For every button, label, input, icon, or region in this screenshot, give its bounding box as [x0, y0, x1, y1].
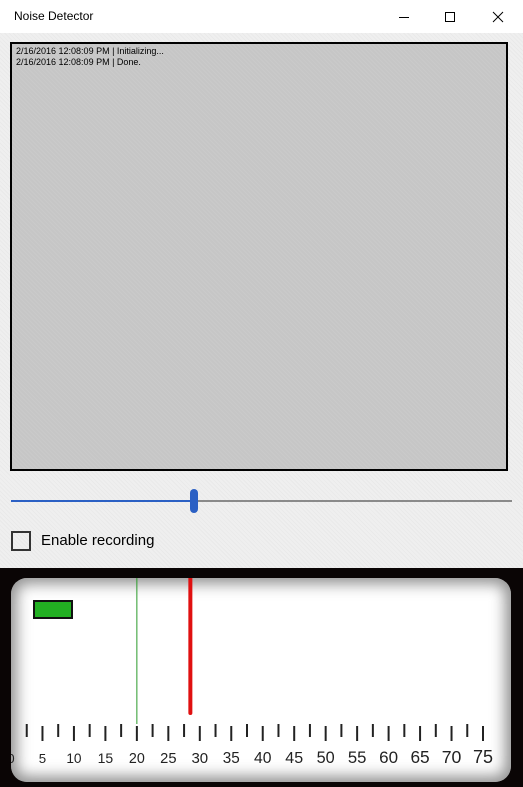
- scale-tick-label: 65: [410, 747, 429, 767]
- minimize-icon: [399, 16, 409, 18]
- sensitivity-slider[interactable]: [11, 488, 512, 514]
- scale-tick-label: 75: [473, 747, 493, 767]
- scale-tick-label: 10: [66, 751, 82, 766]
- scale-tick-label: 15: [98, 750, 114, 766]
- scale-tick-label: 50: [317, 749, 335, 767]
- scale-tick-label: 35: [223, 750, 240, 767]
- scale-tick-label: 70: [442, 747, 462, 767]
- scale-tick-label: 30: [191, 750, 208, 767]
- scale-tick-label: 55: [348, 748, 367, 767]
- scale-tick-label: 20: [129, 751, 145, 767]
- enable-recording-checkbox[interactable]: [11, 531, 31, 551]
- window-title: Noise Detector: [14, 9, 94, 23]
- level-indicator-light: [33, 600, 73, 619]
- meter-scale: 0 5 10 15 20 25 30 35 40 45 50 55 60 65 70 75: [11, 578, 493, 767]
- scale-tick-label: 0: [11, 751, 15, 766]
- scale-tick-label: 60: [379, 748, 398, 767]
- minimize-button[interactable]: [381, 0, 427, 33]
- maximize-icon: [445, 11, 455, 22]
- maximize-button[interactable]: [427, 0, 473, 33]
- scale-tick-label: 40: [254, 750, 272, 767]
- enable-recording-label[interactable]: Enable recording: [41, 532, 154, 549]
- close-icon: [492, 11, 504, 22]
- slider-track: [194, 500, 512, 502]
- slider-track-filled: [11, 500, 194, 502]
- scale-tick-label: 25: [160, 751, 176, 767]
- log-line: 2/16/2016 12:08:09 PM | Initializing...: [16, 46, 164, 56]
- title-bar: Noise Detector: [0, 0, 523, 33]
- scale-tick-label: 5: [39, 751, 46, 766]
- close-button[interactable]: [475, 0, 521, 33]
- log-output[interactable]: 2/16/2016 12:08:09 PM | Initializing... …: [10, 42, 508, 471]
- slider-thumb[interactable]: [190, 489, 198, 513]
- scale-tick-label: 45: [285, 750, 303, 767]
- noise-meter: 0 5 10 15 20 25 30 35 40 45 50 55 60 65 70 75: [11, 578, 511, 782]
- log-line: 2/16/2016 12:08:09 PM | Done.: [16, 57, 141, 67]
